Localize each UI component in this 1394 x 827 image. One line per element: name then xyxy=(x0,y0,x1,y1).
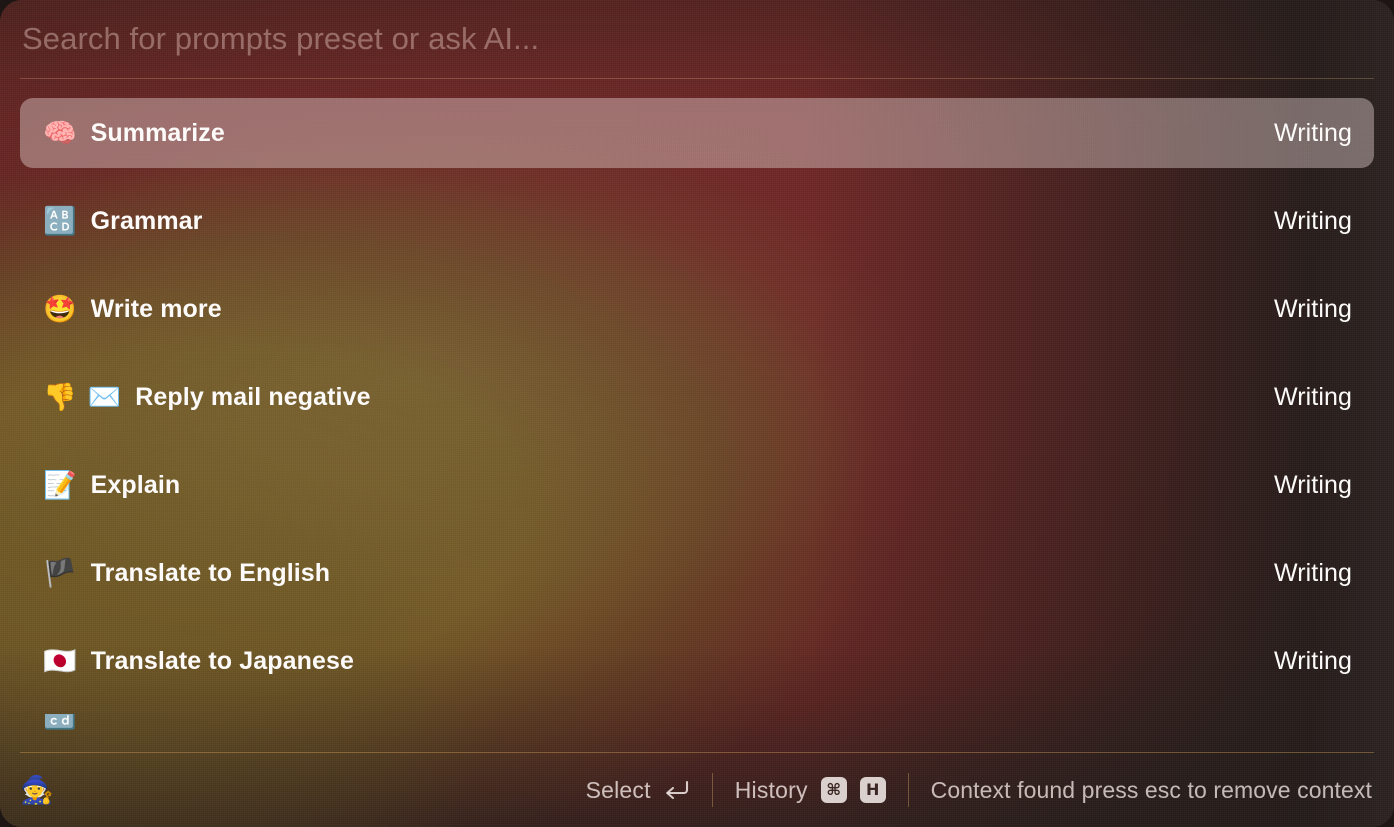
result-row-title: Grammar xyxy=(90,206,203,235)
thumbs-down-icon: 👎 xyxy=(43,381,77,413)
brain-icon: 🧠 xyxy=(43,117,77,149)
command-keycap[interactable]: ⌘ xyxy=(820,777,847,803)
envelope-icon: ✉️ xyxy=(87,381,122,413)
result-row[interactable]: 👎 ✉️ Reply mail negative Writing xyxy=(20,362,1374,432)
context-status-message: Context found press esc to remove contex… xyxy=(930,776,1372,803)
result-row-title: Summarize xyxy=(90,118,225,147)
command-palette-window: 🧠 Summarize Writing 🔠 Grammar Writing 🤩 Write m… xyxy=(0,0,1394,827)
memo-icon: 📝 xyxy=(43,469,77,501)
result-row-category: Writing xyxy=(1273,646,1352,675)
result-row[interactable]: 🤩 Write more Writing xyxy=(20,274,1374,344)
result-row-icons: 🤩 xyxy=(43,296,77,323)
result-row-title: Explain xyxy=(90,470,181,499)
star-struck-icon: 🤩 xyxy=(43,293,77,325)
result-row-icons: 📝 xyxy=(43,472,77,499)
result-row-category: Writing xyxy=(1273,470,1352,499)
result-row-category: Writing xyxy=(1273,118,1352,147)
history-label: History xyxy=(734,776,808,803)
result-row-icons: 🏴 xyxy=(43,560,77,587)
partial-row-icon: 🔡 xyxy=(43,714,77,731)
result-row[interactable]: 🏴 Translate to English Writing xyxy=(20,538,1374,608)
result-row[interactable]: 🔡 xyxy=(20,714,1374,732)
result-row-icons: 🔡 xyxy=(43,714,77,729)
result-row-icons: 🧠 xyxy=(43,120,77,147)
wizard-brand-icon[interactable]: 🧙 xyxy=(20,777,54,804)
history-letter-keycap[interactable]: H xyxy=(859,777,886,803)
result-row-title: Translate to Japanese xyxy=(90,646,354,675)
result-row[interactable]: 📝 Explain Writing xyxy=(20,450,1374,520)
search-input[interactable] xyxy=(22,21,1372,57)
result-row-title: Write more xyxy=(90,294,222,323)
flag-japan-icon: 🇯🇵 xyxy=(43,645,77,677)
result-row-category: Writing xyxy=(1273,206,1352,235)
result-row-category: Writing xyxy=(1273,294,1352,323)
result-row-title: Translate to English xyxy=(90,558,331,587)
search-bar[interactable] xyxy=(0,0,1394,78)
result-row-category: Writing xyxy=(1273,382,1352,411)
select-label: Select xyxy=(585,776,651,803)
results-list[interactable]: 🧠 Summarize Writing 🔠 Grammar Writing 🤩 Write m… xyxy=(0,79,1394,752)
result-row-icons: 🇯🇵 xyxy=(43,648,77,675)
footer-bar: 🧙 Select History ⌘ H Context found press… xyxy=(0,753,1394,827)
flag-england-icon: 🏴 xyxy=(43,557,77,589)
result-row-title: Reply mail negative xyxy=(135,382,371,411)
result-row[interactable]: 🧠 Summarize Writing xyxy=(20,98,1374,168)
result-row[interactable]: 🔠 Grammar Writing xyxy=(20,186,1374,256)
enter-key-icon xyxy=(664,779,690,801)
history-action[interactable]: History ⌘ H xyxy=(713,769,908,811)
select-action[interactable]: Select xyxy=(564,769,712,811)
result-row[interactable]: 🇯🇵 Translate to Japanese Writing xyxy=(20,626,1374,696)
result-row-category: Writing xyxy=(1273,558,1352,587)
input-latin-uppercase-icon: 🔠 xyxy=(43,205,77,237)
result-row-icons: 👎 ✉️ xyxy=(43,384,121,411)
result-row-icons: 🔠 xyxy=(43,208,77,235)
